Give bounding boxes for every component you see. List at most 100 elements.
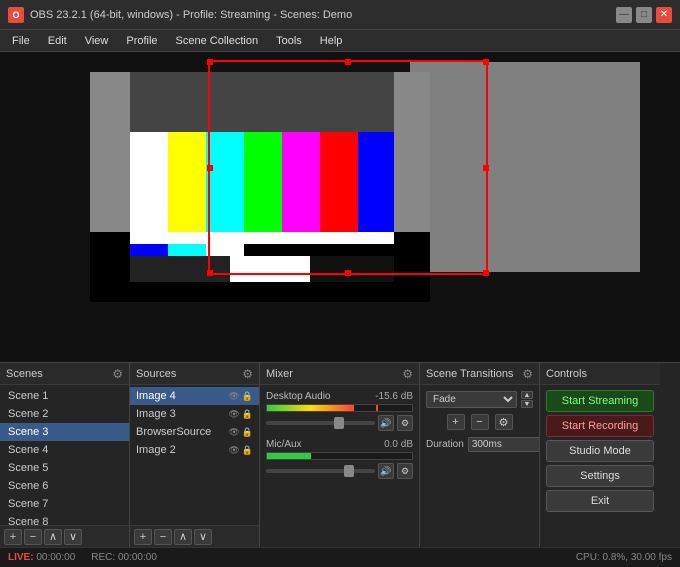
mixer-config-icon[interactable]: ⚙ bbox=[402, 367, 413, 381]
mixer-mic-fill bbox=[267, 453, 311, 459]
status-bar: LIVE: 00:00:00 REC: 00:00:00 CPU: 0.8%, … bbox=[0, 547, 680, 567]
mixer-mic-label: Mic/Aux bbox=[266, 439, 302, 450]
fps-value: 30.00 fps bbox=[631, 552, 672, 563]
source-item-3[interactable]: BrowserSource 👁 🔒 bbox=[130, 423, 259, 441]
scene-item-5[interactable]: Scene 5 bbox=[0, 459, 129, 477]
source-eye-icon-3[interactable]: 👁 bbox=[228, 427, 239, 438]
scene-item-3[interactable]: Scene 3 bbox=[0, 423, 129, 441]
studio-mode-button[interactable]: Studio Mode bbox=[546, 440, 654, 462]
source-lock-icon-4[interactable]: 🔒 bbox=[242, 445, 253, 456]
transitions-title: Scene Transitions bbox=[426, 368, 513, 380]
close-button[interactable]: ✕ bbox=[656, 7, 672, 23]
transitions-duration-input[interactable] bbox=[468, 437, 539, 452]
source-item-2[interactable]: Image 3 👁 🔒 bbox=[130, 405, 259, 423]
transitions-spin-up[interactable]: ▲ bbox=[521, 391, 533, 399]
sources-add-button[interactable]: + bbox=[134, 529, 152, 545]
sources-config-icon[interactable]: ⚙ bbox=[242, 367, 253, 381]
source-item-4[interactable]: Image 2 👁 🔒 bbox=[130, 441, 259, 459]
mixer-desktop-thumb[interactable] bbox=[334, 417, 344, 429]
scenes-panel: Scenes ⚙ Scene 1 Scene 2 Scene 3 Scene 4… bbox=[0, 363, 130, 547]
transitions-header: Scene Transitions ⚙ bbox=[420, 363, 539, 385]
scene-item-2[interactable]: Scene 2 bbox=[0, 405, 129, 423]
menu-profile[interactable]: Profile bbox=[118, 33, 165, 49]
minimize-button[interactable]: — bbox=[616, 7, 632, 23]
scenes-remove-button[interactable]: − bbox=[24, 529, 42, 545]
mixer-content: Desktop Audio -15.6 dB 🔊 ⚙ bbox=[260, 385, 419, 547]
title-bar: O OBS 23.2.1 (64-bit, windows) - Profile… bbox=[0, 0, 680, 30]
source-lock-icon-2[interactable]: 🔒 bbox=[242, 409, 253, 420]
settings-button[interactable]: Settings bbox=[546, 465, 654, 487]
source-eye-icon-4[interactable]: 👁 bbox=[228, 445, 239, 456]
source-eye-icon-2[interactable]: 👁 bbox=[228, 409, 239, 420]
scene-item-1[interactable]: Scene 1 bbox=[0, 387, 129, 405]
source-icons-1: 👁 🔒 bbox=[228, 391, 253, 402]
transitions-add-button[interactable]: + bbox=[447, 414, 465, 430]
menu-view[interactable]: View bbox=[77, 33, 117, 49]
transitions-remove-button[interactable]: − bbox=[471, 414, 489, 430]
mixer-desktop-peak bbox=[376, 405, 378, 411]
mixer-desktop-slider[interactable] bbox=[266, 421, 375, 425]
sources-up-button[interactable]: ∧ bbox=[174, 529, 192, 545]
app-icon: O bbox=[8, 7, 24, 23]
status-rec: REC: 00:00:00 bbox=[91, 552, 157, 563]
start-recording-button[interactable]: Start Recording bbox=[546, 415, 654, 437]
status-cpu: CPU: 0.8%, 30.00 fps bbox=[576, 552, 672, 563]
mixer-mic-thumb[interactable] bbox=[344, 465, 354, 477]
scenes-config-icon[interactable]: ⚙ bbox=[112, 367, 123, 381]
exit-button[interactable]: Exit bbox=[546, 490, 654, 512]
source-eye-icon-1[interactable]: 👁 bbox=[228, 391, 239, 402]
transitions-select[interactable]: Fade bbox=[426, 391, 517, 408]
mixer-desktop-controls: 🔊 ⚙ bbox=[266, 415, 413, 431]
menu-file[interactable]: File bbox=[4, 33, 38, 49]
scenes-header: Scenes ⚙ bbox=[0, 363, 129, 385]
title-bar-controls: — □ ✕ bbox=[616, 7, 672, 23]
mixer-desktop-mute[interactable]: 🔊 bbox=[378, 415, 394, 431]
transitions-settings-button[interactable]: ⚙ bbox=[495, 414, 513, 430]
scenes-up-button[interactable]: ∧ bbox=[44, 529, 62, 545]
transitions-duration-label: Duration bbox=[426, 439, 464, 450]
mixer-mic-slider[interactable] bbox=[266, 469, 375, 473]
transitions-select-row: Fade ▲ ▼ bbox=[420, 387, 539, 412]
transitions-content: Fade ▲ ▼ + − ⚙ Duration ▲ ▼ bbox=[420, 385, 539, 547]
controls-content: Start Streaming Start Recording Studio M… bbox=[540, 385, 660, 547]
sources-down-button[interactable]: ∨ bbox=[194, 529, 212, 545]
transitions-config-icon[interactable]: ⚙ bbox=[522, 367, 533, 381]
mixer-mic-level: 0.0 dB bbox=[384, 439, 413, 450]
mixer-desktop-settings[interactable]: ⚙ bbox=[397, 415, 413, 431]
status-right: CPU: 0.8%, 30.00 fps bbox=[576, 552, 672, 563]
menu-help[interactable]: Help bbox=[312, 33, 351, 49]
source-item-1[interactable]: Image 4 👁 🔒 bbox=[130, 387, 259, 405]
sources-remove-button[interactable]: − bbox=[154, 529, 172, 545]
maximize-button[interactable]: □ bbox=[636, 7, 652, 23]
source-label-4: Image 2 bbox=[136, 444, 176, 456]
title-bar-text: OBS 23.2.1 (64-bit, windows) - Profile: … bbox=[30, 9, 352, 21]
scene-item-8[interactable]: Scene 8 bbox=[0, 513, 129, 525]
scene-item-6[interactable]: Scene 6 bbox=[0, 477, 129, 495]
menu-edit[interactable]: Edit bbox=[40, 33, 75, 49]
transitions-spinner: ▲ ▼ bbox=[521, 391, 533, 408]
transitions-add-row: + − ⚙ bbox=[420, 412, 539, 432]
source-label-2: Image 3 bbox=[136, 408, 176, 420]
live-label: LIVE: bbox=[8, 552, 34, 563]
menu-bar: File Edit View Profile Scene Collection … bbox=[0, 30, 680, 52]
source-lock-icon-1[interactable]: 🔒 bbox=[242, 391, 253, 402]
mixer-desktop-fill bbox=[267, 405, 354, 411]
test-pattern-container bbox=[90, 72, 430, 302]
scenes-title: Scenes bbox=[6, 368, 43, 380]
scene-item-4[interactable]: Scene 4 bbox=[0, 441, 129, 459]
scene-item-7[interactable]: Scene 7 bbox=[0, 495, 129, 513]
mixer-mic-mute[interactable]: 🔊 bbox=[378, 463, 394, 479]
source-lock-icon-3[interactable]: 🔒 bbox=[242, 427, 253, 438]
sources-footer: + − ∧ ∨ bbox=[130, 525, 259, 547]
mixer-mic-settings[interactable]: ⚙ bbox=[397, 463, 413, 479]
scenes-down-button[interactable]: ∨ bbox=[64, 529, 82, 545]
scenes-add-button[interactable]: + bbox=[4, 529, 22, 545]
source-icons-2: 👁 🔒 bbox=[228, 409, 253, 420]
mixer-mic-controls: 🔊 ⚙ bbox=[266, 463, 413, 479]
start-streaming-button[interactable]: Start Streaming bbox=[546, 390, 654, 412]
mixer-channel-desktop: Desktop Audio -15.6 dB 🔊 ⚙ bbox=[260, 387, 419, 435]
menu-scene-collection[interactable]: Scene Collection bbox=[168, 33, 267, 49]
transitions-spin-down[interactable]: ▼ bbox=[521, 400, 533, 408]
menu-tools[interactable]: Tools bbox=[268, 33, 310, 49]
mixer-desktop-bar bbox=[266, 404, 413, 412]
